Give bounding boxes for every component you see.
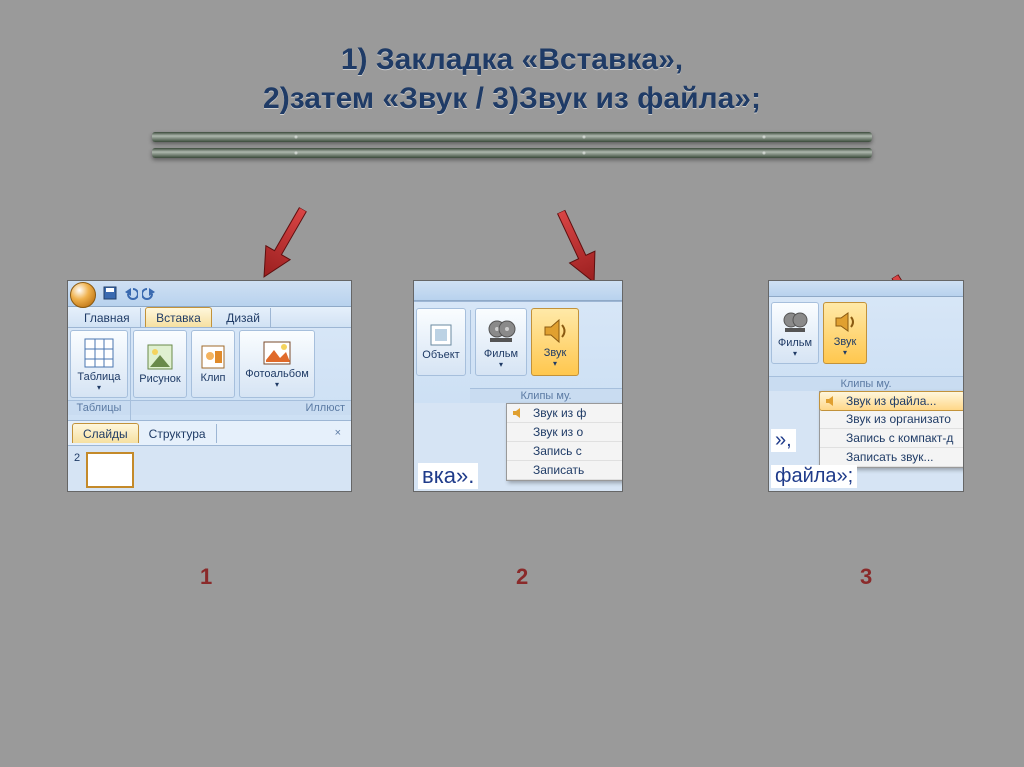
movie-icon [486, 316, 516, 346]
screenshot-sound-button: Объект Фильм ▾ Звук ▾ Клипы му. Звук из … [413, 280, 623, 492]
redo-icon[interactable] [142, 285, 158, 301]
sound-dropdown-menu: Звук из файла... Звук из организато Запи… [819, 391, 964, 468]
screenshot-insert-tab: Главная Вставка Дизай Таблица ▾ Таблицы … [67, 280, 352, 492]
undo-icon[interactable] [122, 285, 138, 301]
speaker-icon [541, 317, 569, 345]
group-illust-label: Иллюст [131, 400, 351, 415]
movie-button[interactable]: Фильм ▾ [771, 302, 819, 364]
text-snippet: вка». [418, 463, 478, 489]
slide-number: 2 [74, 452, 80, 492]
menu-sound-from-organizer[interactable]: Звук из организато [820, 410, 964, 429]
photoalbum-button[interactable]: Фотоальбом ▾ [239, 330, 315, 398]
speaker-icon [824, 394, 840, 408]
screenshot-sound-from-file: Фильм ▾ Звук ▾ Клипы му. Звук из файла..… [768, 280, 964, 492]
sound-button[interactable]: Звук ▾ [531, 308, 579, 376]
menu-sound-from-file[interactable]: Звук из файла... [819, 391, 964, 411]
decorative-divider [152, 132, 872, 142]
object-button[interactable]: Объект [416, 308, 466, 376]
speaker-icon [511, 406, 527, 420]
movie-button[interactable]: Фильм ▾ [475, 308, 527, 376]
group-tables-label: Таблицы [68, 400, 130, 415]
group-clips-label: Клипы му. [470, 388, 622, 403]
slide-title: 1) Закладка «Вставка», 2)затем «Звук / 3… [0, 0, 1024, 118]
menu-record-sound[interactable]: Записать [507, 461, 623, 480]
save-icon[interactable] [102, 285, 118, 301]
text-snippet: файла»; [771, 465, 857, 488]
text-snippet: », [771, 429, 796, 452]
movie-icon [782, 309, 808, 335]
close-pane-icon[interactable]: × [335, 427, 347, 439]
speaker-icon [833, 310, 857, 334]
slide-thumbnail[interactable] [86, 452, 134, 488]
menu-record-cd[interactable]: Запись с [507, 442, 623, 461]
sound-dropdown-menu: Звук из ф Звук из о Запись с Записать [506, 403, 623, 481]
table-button[interactable]: Таблица ▾ [70, 330, 128, 398]
pane-outline-tab[interactable]: Структура [139, 424, 217, 443]
title-line2: 2)затем «Звук / 3)Звук из файла»; [263, 82, 761, 115]
tab-home[interactable]: Главная [74, 308, 141, 327]
clipart-icon [200, 344, 226, 370]
menu-sound-from-file[interactable]: Звук из ф [507, 404, 623, 423]
step-label-1: 1 [200, 564, 212, 590]
photoalbum-icon [262, 340, 292, 366]
object-icon [429, 323, 453, 347]
decorative-divider2 [152, 148, 872, 158]
group-clips-label: Клипы му. [769, 376, 963, 391]
menu-record-cd[interactable]: Запись с компакт-д [820, 429, 964, 448]
tab-design[interactable]: Дизай [216, 308, 271, 327]
picture-icon [146, 343, 174, 371]
step-label-2: 2 [516, 564, 528, 590]
picture-button[interactable]: Рисунок [133, 330, 187, 398]
menu-sound-from-organizer[interactable]: Звук из о [507, 423, 623, 442]
table-icon [83, 337, 115, 369]
sound-button[interactable]: Звук ▾ [823, 302, 867, 364]
office-button-icon[interactable] [70, 282, 96, 308]
tab-insert[interactable]: Вставка [145, 307, 212, 327]
step-label-3: 3 [860, 564, 872, 590]
title-line1: 1) Закладка «Вставка», [341, 43, 683, 76]
clip-button[interactable]: Клип [191, 330, 235, 398]
pane-slides-tab[interactable]: Слайды [72, 423, 139, 443]
